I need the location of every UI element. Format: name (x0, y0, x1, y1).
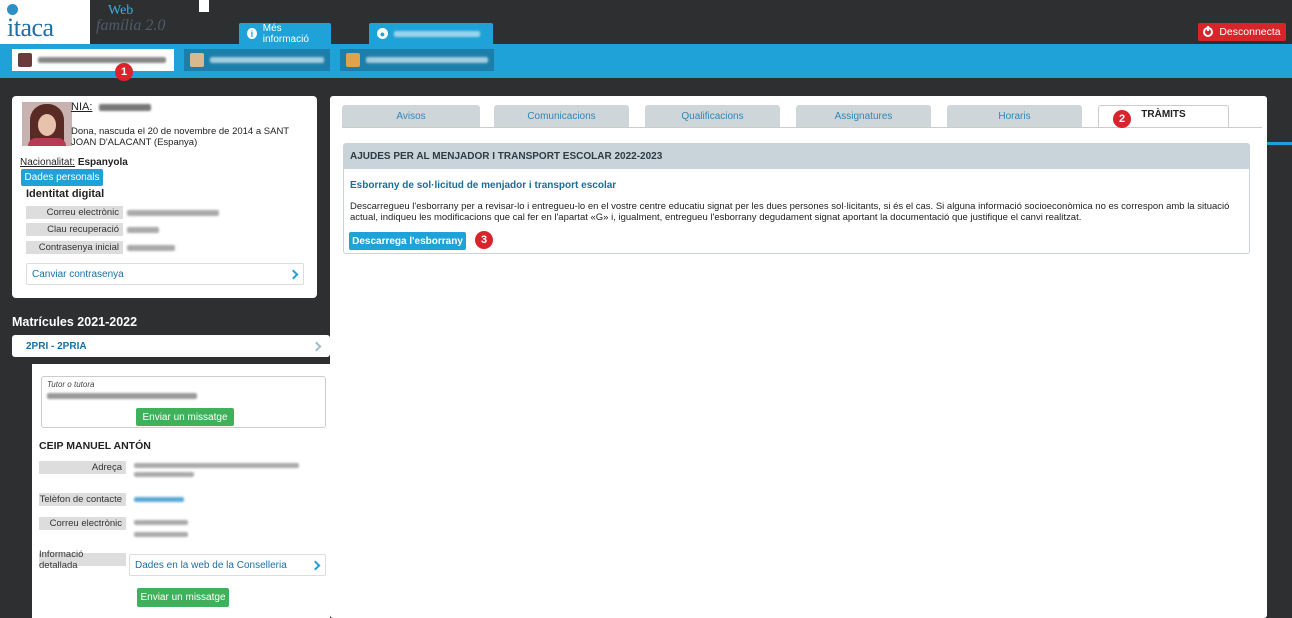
nationality-row: Nacionalitat: Espanyola (20, 157, 128, 168)
student-name-redacted (38, 57, 166, 63)
address-label: Adreça (39, 461, 126, 474)
phone-value-redacted[interactable] (134, 497, 184, 502)
header-divider (199, 0, 209, 12)
logout-button[interactable]: Desconnecta (1198, 23, 1286, 41)
initial-password-value-redacted (127, 245, 175, 251)
draft-description: Descarregueu l'esborrany per a revisar-l… (350, 201, 1230, 223)
school-email-value-redacted[interactable] (134, 520, 188, 525)
top-header: itaca Web família 2.0 i Més informació ●… (0, 0, 1292, 45)
more-info-button[interactable]: i Més informació (239, 22, 331, 45)
step-badge-2: 2 (1113, 110, 1131, 128)
user-icon: ● (377, 28, 388, 39)
power-icon (1203, 26, 1214, 37)
school-email-value-redacted[interactable] (134, 532, 188, 537)
email-label: Correu electrònic (26, 206, 123, 219)
enrolments-title: Matrícules 2021-2022 (12, 315, 138, 329)
student-avatar (190, 53, 204, 67)
info-icon: i (247, 28, 257, 39)
chevron-right-icon (310, 560, 321, 570)
tab-comunicacions[interactable]: Comunicacions (494, 105, 629, 127)
address-value-redacted (134, 463, 299, 468)
tab-avisos[interactable]: Avisos (342, 105, 480, 127)
change-password-label: Canviar contrasenya (32, 268, 124, 280)
procedure-section-header: AJUDES PER AL MENJADOR I TRANSPORT ESCOL… (344, 144, 1249, 169)
student-tab-1[interactable] (12, 49, 174, 71)
send-message-button-2[interactable]: Enviar un missatge (137, 588, 229, 607)
more-info-label: Més informació (262, 22, 309, 45)
tab-qualificacions[interactable]: Qualificacions (645, 105, 780, 127)
accent-strip (1267, 142, 1292, 145)
nia-value-redacted (99, 103, 152, 111)
nationality-value: Espanyola (77, 157, 128, 168)
user-account-button[interactable]: ● (369, 23, 493, 44)
nia-row: NIA: (71, 101, 152, 113)
logout-label: Desconnecta (1219, 26, 1281, 38)
nia-label: NIA: (71, 101, 93, 113)
recovery-key-value-redacted (127, 227, 159, 233)
step-badge-3: 3 (475, 231, 493, 249)
school-email-label: Correu electrònic (39, 517, 126, 530)
nationality-label: Nacionalitat: (20, 157, 76, 168)
personal-data-button[interactable]: Dades personals (21, 169, 103, 186)
step-badge-1: 1 (115, 63, 133, 81)
draft-title: Esborrany de sol·licitud de menjador i t… (350, 180, 617, 191)
change-password-link[interactable]: Canviar contrasenya (26, 263, 304, 285)
birth-info: Dona, nascuda el 20 de novembre de 2014 … (71, 126, 289, 148)
tutor-box: Tutor o tutora Enviar un missatge (41, 376, 326, 428)
enrolment-group-row[interactable]: 2PRI - 2PRIA (12, 335, 330, 357)
student-name-redacted (209, 57, 324, 63)
email-value-redacted (127, 210, 219, 216)
student-photo (22, 102, 72, 146)
detailed-info-label: Informació detallada (39, 549, 126, 571)
student-tab-3[interactable] (340, 49, 494, 71)
user-name-redacted (394, 30, 480, 37)
phone-label: Telèfon de contacte (39, 493, 126, 506)
recovery-key-label: Clau recuperació (26, 223, 123, 236)
student-profile-card: NIA: Dona, nascuda el 20 de novembre de … (12, 96, 317, 298)
student-tab-2[interactable] (184, 49, 330, 71)
chevron-right-icon (288, 269, 299, 279)
tab-horaris[interactable]: Horaris (947, 105, 1082, 127)
student-avatar (18, 53, 32, 67)
download-draft-button[interactable]: Descarrega l'esborrany (349, 232, 466, 250)
tutor-name-redacted (47, 393, 197, 399)
digital-identity-title: Identitat digital (26, 188, 105, 200)
student-avatar (346, 53, 360, 67)
tutor-label: Tutor o tutora (47, 380, 95, 389)
brand-familia: família 2.0 (96, 17, 166, 34)
conselleria-web-label: Dades en la web de la Conselleria (135, 559, 287, 571)
conselleria-web-link[interactable]: Dades en la web de la Conselleria (129, 554, 326, 576)
enrolment-detail-panel: Tutor o tutora Enviar un missatge CEIP M… (32, 364, 330, 618)
student-name-redacted (365, 57, 488, 63)
itaca-logo[interactable]: itaca (0, 0, 90, 44)
send-message-button[interactable]: Enviar un missatge (136, 408, 234, 426)
enrolment-group-label: 2PRI - 2PRIA (26, 340, 87, 352)
tab-assignatures[interactable]: Assignatures (796, 105, 931, 127)
main-content-panel: Avisos Comunicacions Qualificacions Assi… (330, 96, 1267, 618)
initial-password-label: Contrasenya inicial (26, 241, 123, 254)
address-value-redacted (134, 472, 194, 477)
school-name: CEIP MANUEL ANTÓN (39, 440, 151, 452)
logo-text: itaca (7, 13, 54, 42)
student-selector-bar (0, 44, 1292, 78)
chevron-right-icon (311, 341, 322, 351)
